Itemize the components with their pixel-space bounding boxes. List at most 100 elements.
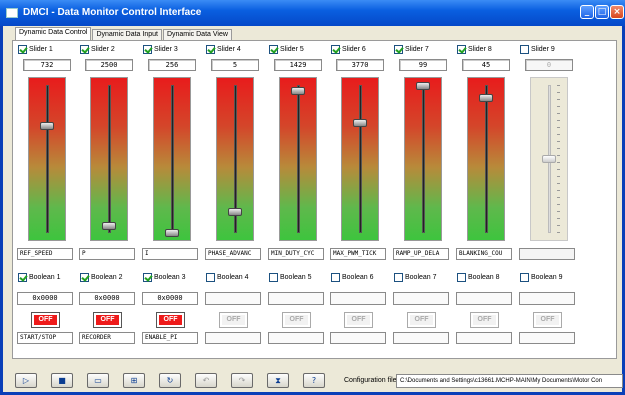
undo-button[interactable]: ↶ bbox=[195, 373, 217, 388]
slider-track[interactable] bbox=[28, 77, 66, 241]
off-button[interactable]: OFF bbox=[219, 312, 248, 328]
slider-variable-name[interactable]: PHASE_ADVANC bbox=[205, 248, 261, 260]
slider-enable[interactable]: Slider 3 bbox=[143, 43, 178, 55]
slider-variable-name[interactable]: I bbox=[142, 248, 198, 260]
slider-rail bbox=[171, 85, 174, 233]
off-button[interactable]: OFF bbox=[533, 312, 562, 328]
boolean-enable[interactable]: Boolean 7 bbox=[394, 271, 437, 283]
slider-checkbox[interactable] bbox=[394, 44, 403, 54]
boolean-enable[interactable]: Boolean 4 bbox=[206, 271, 249, 283]
slider-checkbox[interactable] bbox=[331, 44, 340, 54]
help-button[interactable]: ? bbox=[303, 373, 325, 388]
slider-track[interactable] bbox=[467, 77, 505, 241]
slider-checkbox[interactable] bbox=[143, 44, 152, 54]
slider-variable-name[interactable]: MIN_DUTY_CYC bbox=[268, 248, 324, 260]
slider-enable[interactable]: Slider 5 bbox=[269, 43, 304, 55]
tab-dynamic-data-control[interactable]: Dynamic Data Control bbox=[15, 27, 92, 41]
boolean-enable[interactable]: Boolean 1 bbox=[18, 271, 61, 283]
boolean-checkbox[interactable] bbox=[457, 272, 466, 282]
slider-thumb[interactable] bbox=[416, 82, 430, 91]
off-button[interactable]: OFF bbox=[282, 312, 311, 328]
boolean-enable[interactable]: Boolean 5 bbox=[269, 271, 312, 283]
boolean-variable-name[interactable]: RECORDER bbox=[79, 332, 135, 344]
redo-button[interactable]: ↷ bbox=[231, 373, 253, 388]
boolean-variable-name[interactable] bbox=[519, 332, 575, 344]
off-button[interactable]: OFF bbox=[156, 312, 185, 328]
slider-thumb[interactable] bbox=[228, 208, 242, 217]
boolean-checkbox[interactable] bbox=[331, 272, 340, 282]
slider-track[interactable] bbox=[216, 77, 254, 241]
slider-variable-name[interactable]: MAX_PWM_TICK bbox=[330, 248, 386, 260]
slider-enable[interactable]: Slider 9 bbox=[520, 43, 555, 55]
off-button[interactable]: OFF bbox=[407, 312, 436, 328]
slider-checkbox[interactable] bbox=[269, 44, 278, 54]
title-bar[interactable]: DMCI - Data Monitor Control Interface _ … bbox=[0, 0, 625, 26]
slider-enable[interactable]: Slider 2 bbox=[80, 43, 115, 55]
slider-checkbox[interactable] bbox=[80, 44, 89, 54]
slider-track[interactable] bbox=[153, 77, 191, 241]
boolean-enable[interactable]: Boolean 2 bbox=[80, 271, 123, 283]
minimize-button[interactable]: _ bbox=[580, 5, 594, 19]
boolean-variable-name[interactable]: ENABLE_PI bbox=[142, 332, 198, 344]
boolean-checkbox[interactable] bbox=[269, 272, 278, 282]
slider-thumb[interactable] bbox=[353, 119, 367, 128]
boolean-variable-name[interactable] bbox=[330, 332, 386, 344]
slider-variable-name[interactable]: P bbox=[79, 248, 135, 260]
off-button[interactable]: OFF bbox=[31, 312, 60, 328]
boolean-checkbox[interactable] bbox=[394, 272, 403, 282]
grid-view-button[interactable]: ⊞ bbox=[123, 373, 145, 388]
slider-thumb[interactable] bbox=[102, 221, 116, 230]
boolean-checkbox[interactable] bbox=[18, 272, 27, 282]
off-button[interactable]: OFF bbox=[93, 312, 122, 328]
slider-checkbox[interactable] bbox=[457, 44, 466, 54]
slider-checkbox[interactable] bbox=[18, 44, 27, 54]
slider-thumb[interactable] bbox=[165, 229, 179, 237]
config-file-path[interactable]: C:\Documents and Settings\c13661.MCHP-MA… bbox=[396, 374, 623, 388]
slider-checkbox[interactable] bbox=[206, 44, 215, 54]
boolean-variable-name[interactable] bbox=[205, 332, 261, 344]
boolean-enable[interactable]: Boolean 9 bbox=[520, 271, 563, 283]
slider-thumb[interactable] bbox=[291, 86, 305, 95]
boolean-enable[interactable]: Boolean 8 bbox=[457, 271, 500, 283]
boolean-variable-name[interactable] bbox=[393, 332, 449, 344]
grid-view-icon: ⊞ bbox=[130, 376, 138, 385]
slider-track[interactable] bbox=[90, 77, 128, 241]
boolean-checkbox[interactable] bbox=[80, 272, 89, 282]
boolean-enable[interactable]: Boolean 3 bbox=[143, 271, 186, 283]
boolean-variable-name[interactable] bbox=[456, 332, 512, 344]
maximize-button[interactable]: □ bbox=[595, 5, 609, 19]
off-button[interactable]: OFF bbox=[344, 312, 373, 328]
boolean-variable-name[interactable]: START/STOP bbox=[17, 332, 73, 344]
boolean-checkbox[interactable] bbox=[520, 272, 529, 282]
slider-thumb[interactable] bbox=[40, 122, 54, 131]
slider-track[interactable] bbox=[279, 77, 317, 241]
slider-checkbox[interactable] bbox=[520, 44, 529, 54]
save-button[interactable]: ■ bbox=[51, 373, 73, 388]
slider-variable-name[interactable]: BLANKING_COU bbox=[456, 248, 512, 260]
boolean-variable-name[interactable] bbox=[268, 332, 324, 344]
slider-track[interactable] bbox=[404, 77, 442, 241]
close-button[interactable]: × bbox=[610, 5, 624, 19]
play-button[interactable]: ▷ bbox=[15, 373, 37, 388]
debug-button[interactable]: ⧗ bbox=[267, 373, 289, 388]
slider-enable[interactable]: Slider 4 bbox=[206, 43, 241, 55]
open-folder-button[interactable]: ▭ bbox=[87, 373, 109, 388]
slider-track[interactable] bbox=[341, 77, 379, 241]
boolean-checkbox[interactable] bbox=[206, 272, 215, 282]
off-button[interactable]: OFF bbox=[470, 312, 499, 328]
boolean-enable[interactable]: Boolean 6 bbox=[331, 271, 374, 283]
slider-thumb[interactable] bbox=[479, 94, 493, 103]
slider-enable[interactable]: Slider 6 bbox=[331, 43, 366, 55]
boolean-checkbox[interactable] bbox=[143, 272, 152, 282]
slider-thumb[interactable] bbox=[542, 155, 556, 163]
slider-track[interactable] bbox=[530, 77, 568, 241]
slider-enable[interactable]: Slider 1 bbox=[18, 43, 53, 55]
slider-variable-name[interactable]: REF_SPEED bbox=[17, 248, 73, 260]
slider-enable[interactable]: Slider 7 bbox=[394, 43, 429, 55]
boolean-label: Boolean 6 bbox=[342, 273, 374, 281]
slider-variable-name[interactable] bbox=[519, 248, 575, 260]
slider-rail bbox=[297, 85, 300, 233]
slider-enable[interactable]: Slider 8 bbox=[457, 43, 492, 55]
refresh-button[interactable]: ↻ bbox=[159, 373, 181, 388]
slider-variable-name[interactable]: RAMP_UP_DELA bbox=[393, 248, 449, 260]
